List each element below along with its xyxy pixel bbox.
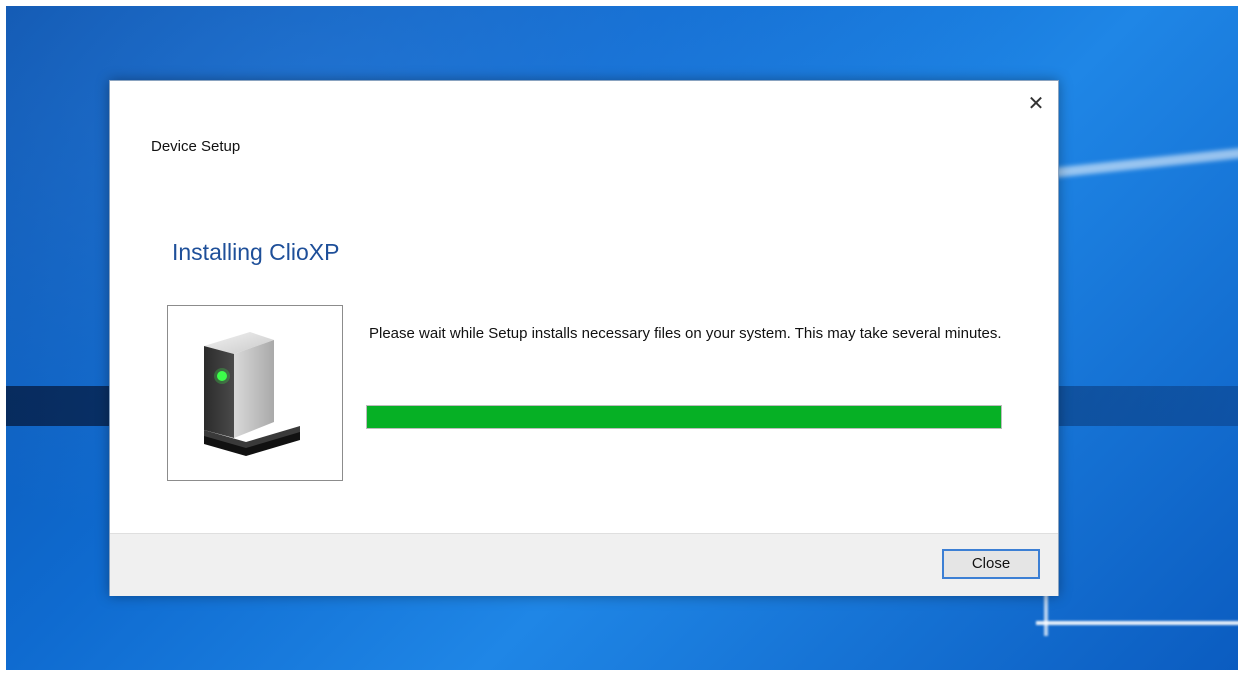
- install-heading: Installing ClioXP: [172, 239, 340, 265]
- close-icon[interactable]: ✕: [1022, 89, 1050, 117]
- progress-fill: [367, 406, 1001, 428]
- close-button[interactable]: Close: [942, 549, 1040, 579]
- install-message: Please wait while Setup installs necessa…: [369, 325, 1002, 342]
- install-progress-bar: [366, 405, 1002, 429]
- wallpaper-light-ray: [1036, 621, 1238, 625]
- dialog-title: Device Setup: [151, 138, 241, 155]
- device-icon-frame: [167, 305, 343, 481]
- device-setup-dialog: ✕ Device Setup Installing ClioXP Please …: [109, 80, 1059, 596]
- dialog-footer: Close: [110, 533, 1058, 596]
- external-drive-icon: [204, 332, 300, 456]
